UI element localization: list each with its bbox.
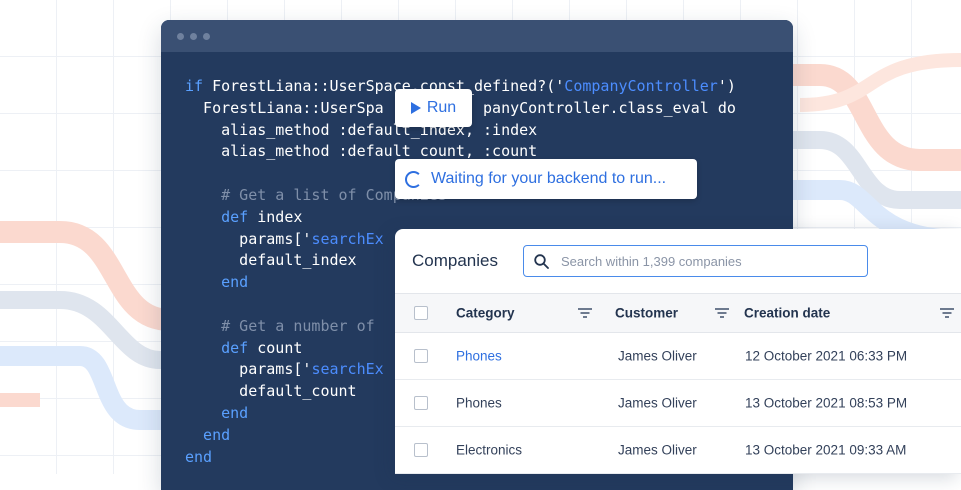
- code-token: index: [257, 207, 303, 226]
- search-icon: [534, 253, 549, 269]
- filter-icon[interactable]: [940, 308, 954, 318]
- category-cell[interactable]: Phones: [456, 349, 502, 364]
- code-token: searchEx: [311, 229, 384, 248]
- customer-cell: James Oliver: [618, 442, 697, 458]
- search-box[interactable]: [523, 245, 868, 277]
- customer-cell: James Oliver: [618, 348, 697, 364]
- code-token: '): [717, 77, 736, 95]
- code-token: alias_method :default_index, :index: [185, 120, 538, 139]
- code-token: CompanyController: [564, 77, 718, 95]
- column-header-customer[interactable]: Customer: [615, 306, 678, 321]
- code-token: ForestLiana::UserSpa: [185, 98, 384, 117]
- code-token: ForestLiana::UserSpace.const_defined?(': [212, 77, 565, 95]
- window-dot-icon: [177, 32, 184, 40]
- code-token: def: [185, 338, 258, 357]
- select-all-checkbox[interactable]: [414, 306, 428, 320]
- companies-panel: Companies Category Customer Creation dat…: [395, 229, 961, 474]
- window-dot-icon: [203, 32, 210, 40]
- code-line: def index: [185, 207, 736, 229]
- window-dot-icon: [190, 32, 197, 40]
- run-button[interactable]: Run: [395, 89, 472, 127]
- waiting-status-label: Waiting for your backend to run...: [431, 170, 667, 187]
- code-token: end: [185, 403, 249, 422]
- table-header: Category Customer Creation date: [395, 293, 961, 333]
- category-cell: Electronics: [456, 442, 523, 458]
- play-icon: [410, 102, 421, 114]
- filter-icon[interactable]: [578, 308, 592, 318]
- category-cell: Phones: [456, 395, 502, 411]
- panel-title: Companies: [412, 251, 498, 270]
- column-header-category[interactable]: Category: [456, 306, 515, 321]
- customer-cell: James Oliver: [618, 395, 697, 411]
- code-token: searchEx: [311, 360, 384, 379]
- table-row[interactable]: Electronics James Oliver 13 October 2021…: [395, 427, 961, 474]
- creation-date-cell: 13 October 2021 09:33 AM: [745, 442, 907, 458]
- table-row[interactable]: Phones James Oliver 13 October 2021 08:5…: [395, 380, 961, 427]
- column-header-creation-date[interactable]: Creation date: [744, 306, 830, 321]
- row-checkbox[interactable]: [414, 396, 428, 410]
- code-token: default_count: [185, 382, 357, 401]
- table-row[interactable]: Phones James Oliver 12 October 2021 06:3…: [395, 333, 961, 380]
- row-checkbox[interactable]: [414, 443, 428, 457]
- code-token: count: [257, 338, 303, 357]
- code-token: if: [185, 77, 213, 95]
- filter-icon[interactable]: [715, 308, 729, 318]
- row-checkbox[interactable]: [414, 349, 428, 363]
- loading-spinner-icon: [405, 170, 422, 188]
- code-token: panyController.class_eval do: [483, 98, 736, 117]
- panel-header: Companies: [395, 229, 961, 293]
- code-token: params[': [185, 360, 312, 379]
- run-button-label: Run: [426, 99, 457, 116]
- code-token: alias_method :default_count, :count: [185, 142, 538, 161]
- code-token: end: [185, 425, 231, 444]
- code-token: params[': [185, 229, 312, 248]
- code-token: default_index: [185, 251, 357, 270]
- search-input[interactable]: [559, 252, 853, 270]
- code-token: end: [185, 273, 249, 292]
- editor-titlebar: [161, 20, 793, 52]
- code-token: # Get a number of: [185, 316, 375, 335]
- code-token: def: [185, 207, 258, 226]
- waiting-status: Waiting for your backend to run...: [395, 159, 697, 199]
- creation-date-cell: 13 October 2021 08:53 PM: [745, 395, 908, 411]
- creation-date-cell: 12 October 2021 06:33 PM: [745, 348, 908, 364]
- code-token: end: [185, 447, 213, 466]
